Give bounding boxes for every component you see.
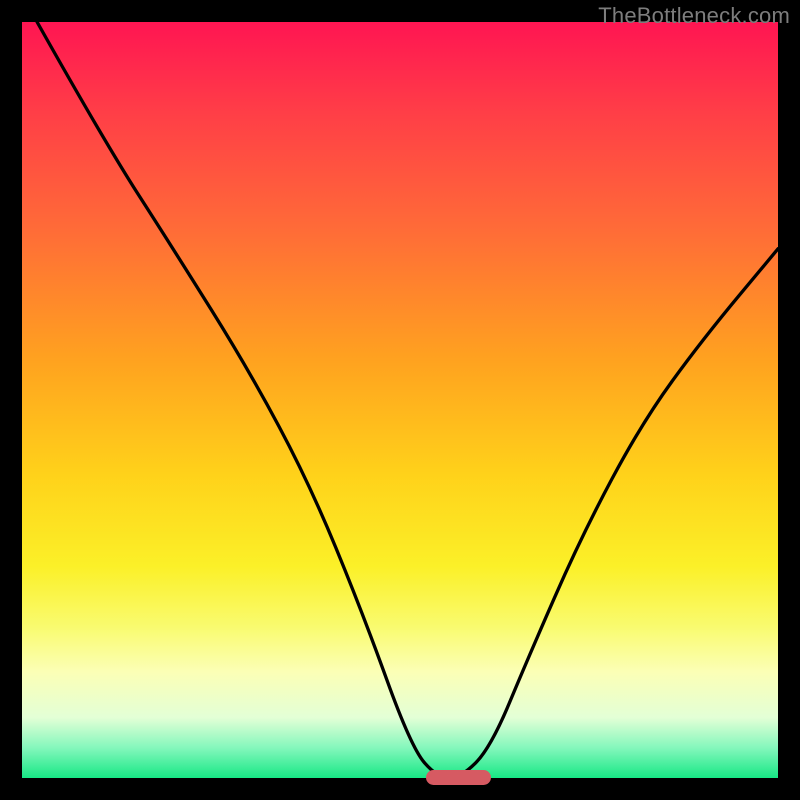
optimal-range-marker bbox=[426, 770, 490, 785]
plot-area bbox=[22, 22, 778, 778]
bottleneck-curve-path bbox=[37, 22, 778, 778]
chart-container: TheBottleneck.com bbox=[0, 0, 800, 800]
attribution-text: TheBottleneck.com bbox=[598, 3, 790, 29]
curve-svg bbox=[22, 22, 778, 778]
